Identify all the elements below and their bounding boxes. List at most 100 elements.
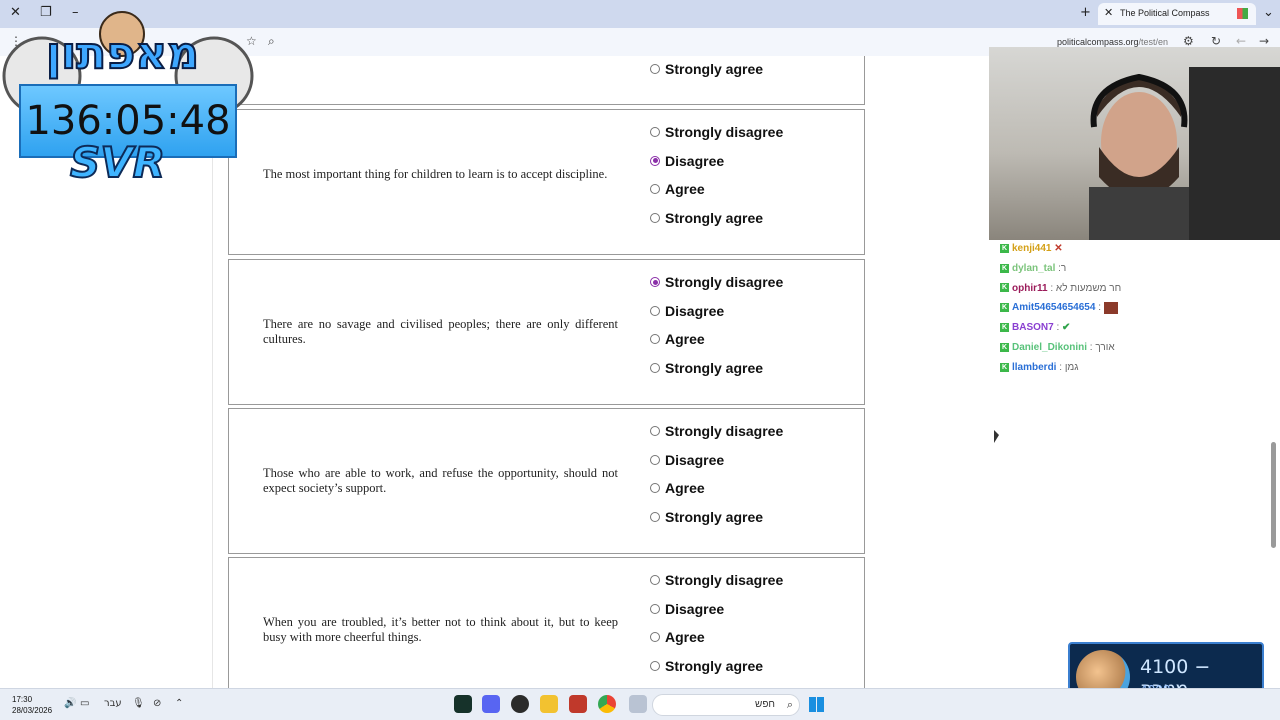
mute-icon[interactable]: ⊘ [153, 698, 161, 709]
taskbar-search[interactable]: חפש ⌕ [652, 694, 800, 716]
option-disagree[interactable]: Disagree [650, 600, 783, 629]
option-label: Agree [665, 480, 705, 497]
option-disagree[interactable]: Disagree [650, 451, 783, 480]
kick-badge-icon: K [1000, 263, 1009, 273]
radio-button[interactable] [650, 512, 660, 523]
option-strongly-agree[interactable]: Strongly agree [650, 209, 783, 238]
radio-button[interactable] [650, 661, 660, 672]
radio-button[interactable] [650, 454, 660, 465]
chat-text: : אורך [1089, 341, 1115, 353]
chat-text: :ר [1058, 262, 1067, 274]
app-file-explorer-icon[interactable] [540, 695, 558, 713]
webcam-feed [989, 47, 1280, 240]
windows-start-icon[interactable] [809, 697, 824, 712]
option-strongly-disagree[interactable]: Strongly disagree [650, 123, 783, 152]
language-indicator[interactable]: עבר [104, 698, 122, 709]
option-agree[interactable]: Agree [650, 330, 783, 359]
chat-text: : חר משמעות לא [1050, 282, 1122, 294]
app-terminal-icon[interactable] [454, 695, 472, 713]
chat-username: ophir11 [1012, 282, 1048, 294]
chat-message: Kllamberdi : גמן [1000, 360, 1270, 380]
tab-political-compass[interactable]: ✕ The Political Compass [1098, 3, 1256, 25]
option-label: Agree [665, 629, 705, 646]
answer-options: Strongly disagree Disagree Agree Strongl… [650, 273, 783, 388]
option-strongly-agree[interactable]: Strongly agree [650, 508, 783, 537]
option-agree[interactable]: Agree [650, 628, 783, 657]
option-strongly-agree[interactable]: Strongly agree [650, 359, 783, 388]
chat-message: Kdylan_tal :ר [1000, 261, 1270, 281]
chat-username: kenji441 [1012, 243, 1052, 254]
chat-message: Kkenji441 ✕ [1000, 241, 1270, 261]
radio-button[interactable] [650, 483, 660, 494]
radio-button-selected[interactable] [650, 155, 660, 166]
chat-username: dylan_tal [1012, 262, 1056, 274]
back-icon[interactable]: ← [1236, 34, 1246, 48]
radio-button[interactable] [650, 184, 660, 195]
question-text: There are no savage and civilised people… [263, 317, 618, 346]
option-label: Strongly agree [665, 360, 764, 377]
kick-badge-icon: K [1000, 323, 1009, 333]
emote-icon [1103, 301, 1118, 314]
network-icon[interactable]: ▭ [80, 698, 89, 709]
chat-overlay: Kkenji441 ✕ Kdylan_tal :ר Kophir11 : חר … [1000, 241, 1270, 380]
radio-button-selected[interactable] [650, 277, 660, 287]
option-strongly-disagree[interactable]: Strongly disagree [650, 422, 783, 451]
option-label: Agree [665, 181, 705, 198]
option-strongly-disagree[interactable]: Strongly disagree [650, 571, 783, 600]
question-card: Strongly agree [228, 56, 865, 105]
chat-text: : [1056, 322, 1060, 334]
option-strongly-agree[interactable]: Strongly agree [650, 60, 763, 89]
app-media-icon[interactable] [511, 695, 529, 713]
question-text: The most important thing for children to… [263, 167, 608, 181]
zoom-icon[interactable]: ⌕ [268, 34, 275, 49]
radio-button[interactable] [650, 64, 660, 74]
volume-icon[interactable]: 🔊 [64, 698, 76, 709]
new-tab-icon[interactable]: + [1080, 5, 1091, 20]
option-disagree[interactable]: Disagree [650, 152, 783, 181]
forward-icon[interactable]: → [1259, 34, 1269, 48]
answer-options: Strongly disagree Disagree Agree Strongl… [650, 571, 783, 686]
app-discord-icon[interactable] [482, 695, 500, 713]
close-tab-icon[interactable]: ✕ [1104, 6, 1113, 19]
app-game-icon[interactable] [569, 695, 587, 713]
tray-overflow-icon[interactable]: ⌃ [175, 698, 183, 709]
option-strongly-agree[interactable]: Strongly agree [650, 657, 783, 686]
site-settings-icon[interactable]: ⚙ [1183, 34, 1194, 48]
system-clock[interactable]: 17:30 28/03/2026 [12, 694, 52, 716]
option-agree[interactable]: Agree [650, 479, 783, 508]
option-label: Strongly agree [665, 61, 764, 77]
radio-button[interactable] [650, 213, 660, 224]
radio-button[interactable] [650, 305, 660, 316]
option-label: Strongly disagree [665, 124, 784, 140]
app-chrome-icon[interactable] [598, 695, 616, 713]
tab-title: The Political Compass [1120, 8, 1210, 18]
chat-username: BASON7 [1012, 322, 1054, 334]
radio-button[interactable] [650, 603, 660, 614]
app-taskview-icon[interactable] [629, 695, 647, 713]
mouse-cursor-icon [994, 430, 999, 443]
url-path: /test/en [1138, 37, 1169, 47]
radio-button[interactable] [650, 632, 660, 643]
option-strongly-disagree[interactable]: Strongly disagree [650, 273, 783, 302]
option-disagree[interactable]: Disagree [650, 302, 783, 331]
reload-icon[interactable]: ↻ [1211, 34, 1221, 48]
address-bar[interactable]: politicalcompass.org/test/en [1057, 37, 1168, 47]
emote-icon: ✔ [1062, 322, 1071, 334]
radio-button[interactable] [650, 426, 660, 436]
cross-emote-icon: ✕ [1054, 243, 1063, 254]
clock-time: 17:30 [12, 695, 33, 704]
option-label: Strongly agree [665, 210, 764, 227]
radio-button[interactable] [650, 334, 660, 345]
option-label: Disagree [665, 302, 725, 319]
option-label: Strongly disagree [665, 572, 784, 588]
clock-date: 28/03/2026 [12, 706, 53, 715]
radio-button[interactable] [650, 363, 660, 374]
radio-button[interactable] [650, 127, 660, 137]
question-card: There are no savage and civilised people… [228, 259, 865, 405]
scrollbar-thumb[interactable] [1271, 442, 1276, 548]
option-agree[interactable]: Agree [650, 180, 783, 209]
radio-button[interactable] [650, 575, 660, 585]
microphone-icon[interactable]: 🎙 [132, 698, 145, 709]
tab-list-icon[interactable]: ⌄ [1263, 5, 1274, 20]
question-text: When you are troubled, it’s better not t… [263, 615, 618, 644]
